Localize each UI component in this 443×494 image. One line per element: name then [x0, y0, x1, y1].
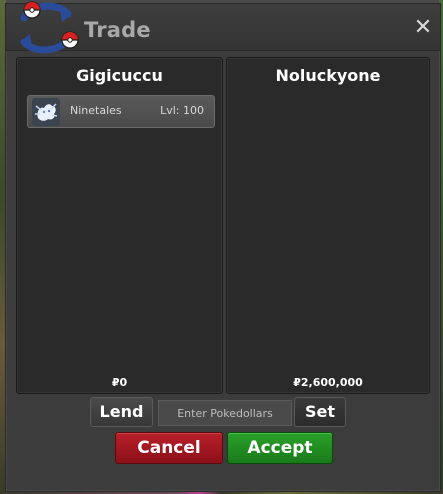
pokemon-name: Ninetales [70, 104, 122, 117]
accept-button[interactable]: Accept [227, 432, 333, 464]
close-button[interactable]: ✕ [412, 17, 434, 39]
trade-window: Trade ✕ Gigicuccu Ninetales Lvl: 100 ₽0 … [5, 1, 441, 492]
ninetales-icon [32, 98, 60, 126]
window-title: Trade [84, 18, 151, 42]
right-trader-money: ₽2,600,000 [293, 376, 363, 389]
title-bar[interactable]: Trade ✕ [6, 1, 440, 54]
lend-button[interactable]: Lend [90, 397, 153, 427]
right-trader-panel: Noluckyone ₽2,600,000 [226, 57, 430, 394]
cancel-button[interactable]: Cancel [115, 432, 223, 464]
left-trader-panel: Gigicuccu Ninetales Lvl: 100 ₽0 [16, 57, 223, 394]
right-trader-name: Noluckyone [275, 66, 381, 85]
pokemon-level: Lvl: 100 [160, 104, 204, 117]
left-trader-name: Gigicuccu [76, 66, 163, 85]
pokedollars-input[interactable] [158, 400, 292, 426]
trade-logo-icon [20, 1, 79, 54]
pokemon-slot[interactable]: Ninetales Lvl: 100 [27, 95, 215, 128]
left-trader-money: ₽0 [111, 376, 128, 389]
set-button[interactable]: Set [294, 397, 346, 427]
